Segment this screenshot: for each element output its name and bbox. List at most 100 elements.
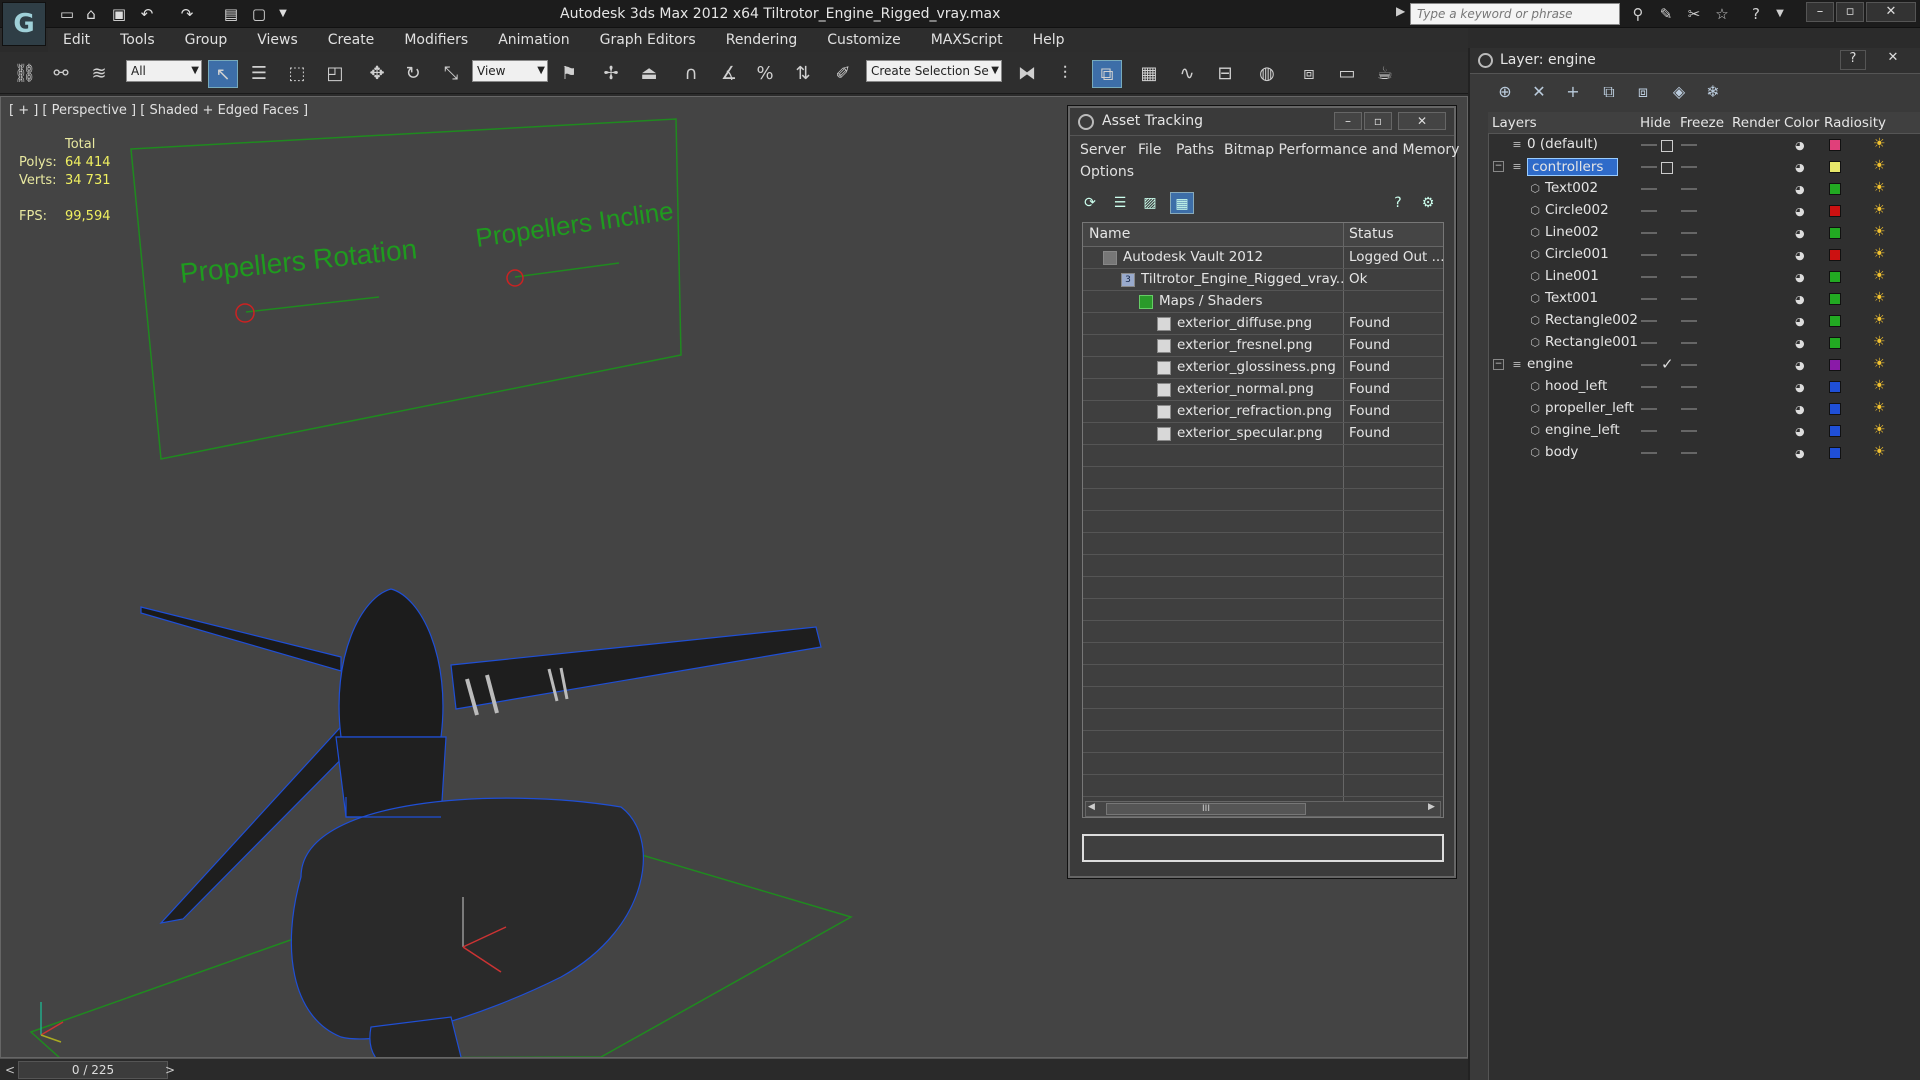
- table-row[interactable]: 3 Tiltrotor_Engine_Rigged_vray.... Ok: [1083, 269, 1443, 291]
- hide-toggle[interactable]: [1641, 430, 1657, 432]
- radiosity-sun-icon[interactable]: ☀: [1873, 180, 1886, 196]
- asset-menu-paths[interactable]: Paths: [1176, 142, 1214, 158]
- communication-center-icon[interactable]: ✎: [1654, 4, 1678, 24]
- teapot-render-icon[interactable]: ◕: [1795, 139, 1805, 152]
- freeze-column[interactable]: Freeze: [1680, 115, 1724, 131]
- thumbnail-view-icon[interactable]: ▨: [1138, 192, 1162, 214]
- align-icon[interactable]: ⫶: [1050, 60, 1080, 88]
- line002-helper[interactable]: [514, 262, 620, 278]
- layer-name[interactable]: Circle002: [1545, 202, 1609, 218]
- hide-toggle[interactable]: [1641, 276, 1657, 278]
- layer-color-swatch[interactable]: [1829, 403, 1841, 415]
- collapse-icon[interactable]: −: [1493, 359, 1504, 370]
- open-file-icon[interactable]: ⌂: [80, 4, 102, 24]
- menu-create[interactable]: Create: [313, 32, 390, 48]
- teapot-render-icon[interactable]: ◕: [1795, 183, 1805, 196]
- layer-object-row[interactable]: ⬡ hood_left ◕ ☀: [1489, 376, 1920, 398]
- pivot-point-center-icon[interactable]: ⚑: [554, 60, 584, 88]
- subscription-icon[interactable]: ✂: [1682, 4, 1706, 24]
- layer-manager-icon[interactable]: ⧉: [1092, 60, 1122, 88]
- layer-object-row[interactable]: ⬡ Text002 ◕ ☀: [1489, 178, 1920, 200]
- table-row[interactable]: Maps / Shaders: [1083, 291, 1443, 313]
- hide-toggle[interactable]: [1641, 144, 1657, 146]
- radiosity-sun-icon[interactable]: ☀: [1873, 334, 1886, 350]
- help-dropdown-icon[interactable]: ▼: [1768, 4, 1792, 24]
- render-setup-icon[interactable]: ⧈: [1294, 60, 1324, 88]
- percent-snap-icon[interactable]: %: [750, 60, 780, 88]
- schematic-view-icon[interactable]: ⊟: [1210, 60, 1240, 88]
- radiosity-sun-icon[interactable]: ☀: [1873, 158, 1886, 174]
- menu-group[interactable]: Group: [170, 32, 243, 48]
- current-layer-check-icon[interactable]: ✓: [1661, 355, 1674, 373]
- menu-tools[interactable]: Tools: [105, 32, 170, 48]
- snaps-toggle-icon[interactable]: ∩: [676, 60, 706, 88]
- asset-menu-bitmap-performance[interactable]: Bitmap Performance and Memory: [1224, 142, 1459, 158]
- asset-tracking-titlebar[interactable]: Asset Tracking – ▫ ✕: [1070, 108, 1454, 136]
- project-folder-icon[interactable]: ▤: [220, 4, 242, 24]
- teapot-render-icon[interactable]: ◕: [1795, 381, 1805, 394]
- asset-help-icon[interactable]: ?: [1386, 192, 1410, 214]
- scroll-thumb[interactable]: III: [1106, 803, 1306, 815]
- freeze-toggle[interactable]: [1681, 342, 1697, 344]
- hide-toggle[interactable]: [1641, 254, 1657, 256]
- teapot-render-icon[interactable]: ◕: [1795, 205, 1805, 218]
- text001-helper[interactable]: Propellers Rotation: [178, 233, 418, 289]
- window-crossing-icon[interactable]: ◰: [320, 60, 350, 88]
- menu-graph-editors[interactable]: Graph Editors: [585, 32, 711, 48]
- list-view-icon[interactable]: ☰: [1108, 192, 1132, 214]
- column-name-header[interactable]: Name: [1089, 226, 1130, 242]
- layer-color-swatch[interactable]: [1829, 161, 1841, 173]
- menu-modifiers[interactable]: Modifiers: [389, 32, 483, 48]
- search-expand-icon[interactable]: ▶: [1396, 4, 1405, 18]
- reference-coordinate-combo[interactable]: View ▼: [472, 60, 548, 82]
- help-icon[interactable]: ?: [1744, 4, 1768, 24]
- teapot-render-icon[interactable]: ◕: [1795, 359, 1805, 372]
- line001-helper[interactable]: [245, 296, 380, 313]
- layer-name[interactable]: Circle001: [1545, 246, 1609, 262]
- layer-row[interactable]: − ≡ engine ✓ ◕ ☀: [1489, 354, 1920, 376]
- graphite-ribbon-icon[interactable]: ▦: [1134, 60, 1164, 88]
- menu-edit[interactable]: Edit: [48, 32, 105, 48]
- radiosity-sun-icon[interactable]: ☀: [1873, 378, 1886, 394]
- layer-row[interactable]: − ≡ controllers ◕ ☀: [1489, 156, 1920, 178]
- create-layer-icon[interactable]: ⊕: [1492, 80, 1518, 104]
- table-row[interactable]: Autodesk Vault 2012 Logged Out ...: [1083, 247, 1443, 269]
- menu-help[interactable]: Help: [1018, 32, 1080, 48]
- material-editor-icon[interactable]: ◍: [1252, 60, 1282, 88]
- teapot-render-icon[interactable]: ◕: [1795, 161, 1805, 174]
- asset-horizontal-scrollbar[interactable]: ◀ III ▶: [1085, 801, 1441, 817]
- asset-minimize-button[interactable]: –: [1334, 112, 1362, 130]
- color-column[interactable]: Color: [1784, 115, 1819, 131]
- maximize-button[interactable]: ▫: [1836, 2, 1864, 22]
- freeze-toggle[interactable]: [1681, 430, 1697, 432]
- highlight-selected-icon[interactable]: ⧈: [1630, 80, 1656, 104]
- menu-customize[interactable]: Customize: [812, 32, 916, 48]
- delete-layer-icon[interactable]: ✕: [1526, 80, 1552, 104]
- teapot-render-icon[interactable]: ◕: [1795, 271, 1805, 284]
- freeze-toggle[interactable]: [1681, 144, 1697, 146]
- radiosity-sun-icon[interactable]: ☀: [1873, 268, 1886, 284]
- select-in-layer-icon[interactable]: ⧉: [1596, 80, 1622, 104]
- undo-icon[interactable]: ↶: [136, 4, 158, 24]
- layer-name[interactable]: hood_left: [1545, 378, 1607, 394]
- radiosity-sun-icon[interactable]: ☀: [1873, 400, 1886, 416]
- minimize-button[interactable]: –: [1806, 2, 1834, 22]
- layer-object-row[interactable]: ⬡ Circle001 ◕ ☀: [1489, 244, 1920, 266]
- render-production-icon[interactable]: ☕: [1370, 60, 1400, 88]
- teapot-render-icon[interactable]: ◕: [1795, 403, 1805, 416]
- collapse-icon[interactable]: −: [1493, 161, 1504, 172]
- current-layer-checkbox[interactable]: [1661, 162, 1673, 174]
- select-and-scale-icon[interactable]: ⤡: [436, 60, 466, 88]
- circle001-helper[interactable]: [235, 303, 255, 323]
- layer-color-swatch[interactable]: [1829, 337, 1841, 349]
- close-button[interactable]: ✕: [1866, 2, 1916, 22]
- layer-color-swatch[interactable]: [1829, 315, 1841, 327]
- freeze-toggle[interactable]: [1681, 320, 1697, 322]
- new-file-icon[interactable]: ▭: [56, 4, 78, 24]
- layer-name[interactable]: Text002: [1545, 180, 1598, 196]
- layer-color-swatch[interactable]: [1829, 271, 1841, 283]
- radiosity-sun-icon[interactable]: ☀: [1873, 202, 1886, 218]
- table-row[interactable]: exterior_refraction.png Found: [1083, 401, 1443, 423]
- layer-name[interactable]: engine_left: [1545, 422, 1620, 438]
- freeze-toggle[interactable]: [1681, 408, 1697, 410]
